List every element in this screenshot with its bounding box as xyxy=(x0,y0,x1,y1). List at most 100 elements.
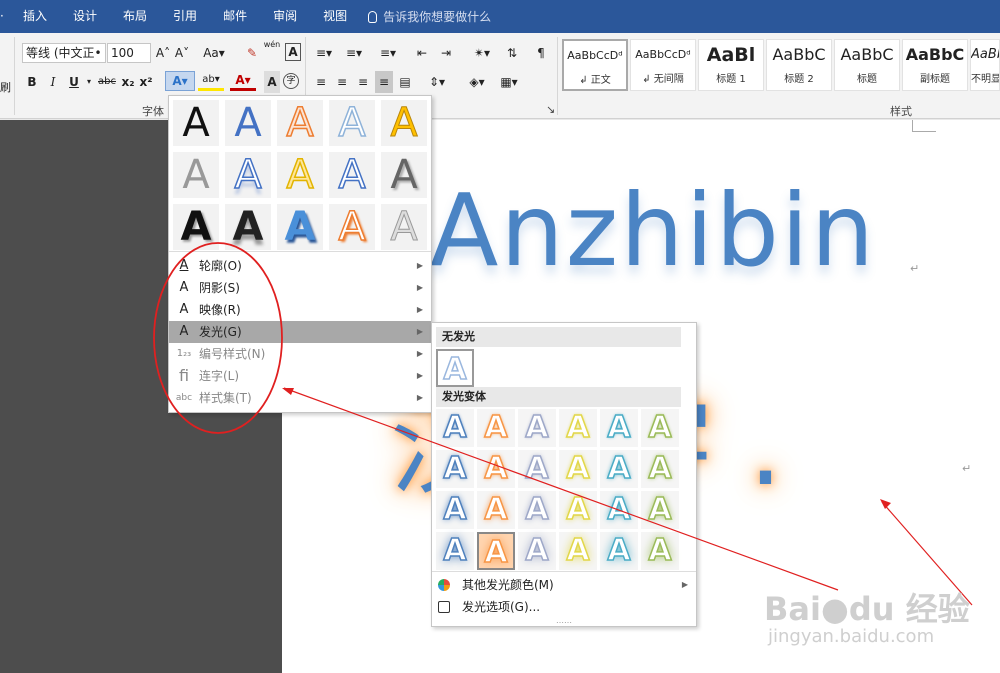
glow-variant-1-4[interactable]: A xyxy=(559,409,597,447)
effect-preset-8[interactable]: A xyxy=(277,151,323,199)
menu-tab-review[interactable]: 审阅 xyxy=(260,0,310,33)
clear-format-icon[interactable]: ✎ xyxy=(244,42,260,64)
numbering-icon[interactable]: ≡▾ xyxy=(340,42,368,64)
glow-variant-4-6[interactable]: A xyxy=(641,532,679,570)
style-title[interactable]: AaBbC 标题 xyxy=(834,39,900,91)
no-glow-option[interactable]: A xyxy=(436,349,474,388)
effect-preset-9[interactable]: A xyxy=(329,151,375,199)
effect-preset-14[interactable]: A xyxy=(329,203,375,251)
asian-layout-icon[interactable]: ✴▾ xyxy=(468,42,496,64)
grow-font-button[interactable]: A˄ xyxy=(155,42,171,64)
line-spacing-icon[interactable]: ⇕▾ xyxy=(424,71,450,93)
menu-item-reflection[interactable]: A 映像(R) ▶ xyxy=(169,299,431,321)
shrink-font-button[interactable]: A˅ xyxy=(174,42,190,64)
glow-variant-3-5[interactable]: A xyxy=(600,491,638,529)
bullets-icon[interactable]: ≡▾ xyxy=(310,42,338,64)
enclose-char-button[interactable]: 字 xyxy=(283,73,299,89)
effect-preset-2[interactable]: A xyxy=(225,100,271,146)
menu-tab-design[interactable]: 设计 xyxy=(60,0,110,33)
effect-preset-13[interactable]: A xyxy=(277,204,323,250)
font-size-select[interactable]: 100 xyxy=(107,43,151,63)
highlight-color-button[interactable]: ab▾ xyxy=(198,71,224,91)
italic-button[interactable]: I xyxy=(46,71,60,93)
menu-tab-references[interactable]: 引用 xyxy=(160,0,210,33)
style-normal[interactable]: AaBbCcDᵈ ↲ 正文 xyxy=(562,39,628,91)
glow-variant-1-1[interactable]: A xyxy=(436,409,474,447)
align-right-icon[interactable]: ≡ xyxy=(354,71,372,93)
menu-item-shadow[interactable]: A 阴影(S) ▶ xyxy=(169,277,431,299)
effect-preset-5[interactable]: A xyxy=(381,100,427,147)
glow-variant-2-6[interactable]: A xyxy=(641,450,679,488)
borders-icon[interactable]: ▦▾ xyxy=(496,71,522,93)
subscript-button[interactable]: x₂ xyxy=(120,71,136,93)
effect-preset-12[interactable]: A xyxy=(225,204,271,250)
bold-button[interactable]: B xyxy=(24,71,40,93)
glow-variant-4-1[interactable]: A xyxy=(436,532,474,570)
style-subtitle[interactable]: AaBbC 副标题 xyxy=(902,39,968,91)
increase-indent-icon[interactable]: ⇥ xyxy=(436,42,456,64)
document-text-line-1[interactable]: Anzhibin xyxy=(430,172,876,289)
glow-variant-3-2[interactable]: A xyxy=(477,491,515,529)
glow-variant-4-3[interactable]: A xyxy=(518,532,556,570)
effect-preset-3[interactable]: A xyxy=(277,99,323,147)
style-no-spacing[interactable]: AaBbCcDᵈ ↲ 无间隔 xyxy=(630,39,696,91)
glow-variant-2-3[interactable]: A xyxy=(518,450,556,488)
glow-variant-4-5[interactable]: A xyxy=(600,532,638,570)
tell-me-box[interactable]: 告诉我你想要做什么 xyxy=(368,8,491,25)
effect-preset-1[interactable]: A xyxy=(173,100,219,146)
menu-tab-view[interactable]: 视图 xyxy=(310,0,360,33)
glow-options-item[interactable]: 发光选项(G)... xyxy=(432,596,696,618)
glow-variant-4-4[interactable]: A xyxy=(559,532,597,570)
menu-tab-start[interactable]: · xyxy=(0,0,10,33)
font-name-select[interactable]: 等线 (中文正• xyxy=(22,43,106,63)
glow-variant-1-6[interactable]: A xyxy=(641,409,679,447)
justify-icon[interactable]: ≡ xyxy=(375,71,393,93)
align-center-icon[interactable]: ≡ xyxy=(333,71,351,93)
glow-variant-3-3[interactable]: A xyxy=(518,491,556,529)
menu-item-ligatures[interactable]: fi 连字(L) ▶ xyxy=(169,365,431,387)
show-marks-icon[interactable]: ¶ xyxy=(532,42,550,64)
distribute-icon[interactable]: ▤ xyxy=(396,71,414,93)
phonetic-guide-button[interactable]: wén xyxy=(262,40,282,62)
change-case-button[interactable]: Aa▾ xyxy=(200,42,228,64)
effect-preset-4[interactable]: A xyxy=(329,99,375,147)
glow-variant-2-1[interactable]: A xyxy=(436,450,474,488)
effect-preset-6[interactable]: A xyxy=(173,152,219,198)
style-subtle[interactable]: AaBb 不明显 xyxy=(970,39,1000,91)
underline-button[interactable]: U xyxy=(66,71,82,93)
superscript-button[interactable]: x² xyxy=(138,71,154,93)
effect-preset-10[interactable]: A xyxy=(381,152,427,198)
decrease-indent-icon[interactable]: ⇤ xyxy=(412,42,432,64)
text-effects-button[interactable]: A▾ xyxy=(165,71,195,91)
paragraph-dialog-launcher[interactable]: ↘ xyxy=(546,103,555,116)
menu-tab-mailings[interactable]: 邮件 xyxy=(210,0,260,33)
glow-variant-2-4[interactable]: A xyxy=(559,450,597,488)
glow-variant-2-5[interactable]: A xyxy=(600,450,638,488)
underline-dropdown-icon[interactable]: ▾ xyxy=(84,71,94,93)
multilevel-list-icon[interactable]: ≡▾ xyxy=(372,42,404,64)
menu-item-stylistic-sets[interactable]: abc 样式集(T) ▶ xyxy=(169,387,431,409)
glow-variant-3-1[interactable]: A xyxy=(436,491,474,529)
effect-preset-15[interactable]: A xyxy=(381,204,427,251)
sort-icon[interactable]: ⇅ xyxy=(502,42,522,64)
menu-item-glow[interactable]: A 发光(G) ▶ xyxy=(169,321,431,343)
char-border-button[interactable]: A xyxy=(285,43,301,61)
style-heading-1[interactable]: AaBl 标题 1 xyxy=(698,39,764,91)
glow-variant-2-2[interactable]: A xyxy=(477,450,515,488)
style-heading-2[interactable]: AaBbC 标题 2 xyxy=(766,39,832,91)
menu-item-outline[interactable]: A 轮廓(O) ▶ xyxy=(169,255,431,277)
glow-variant-4-2[interactable]: A xyxy=(477,532,515,571)
effect-preset-7[interactable]: A xyxy=(225,151,271,199)
more-glow-colors-item[interactable]: 其他发光颜色(M) ▶ xyxy=(432,574,696,596)
format-painter-label[interactable]: 刷 xyxy=(0,77,11,99)
menu-tab-insert[interactable]: 插入 xyxy=(10,0,60,33)
glow-variant-1-3[interactable]: A xyxy=(518,409,556,447)
strikethrough-button[interactable]: abc xyxy=(96,71,118,93)
shading-icon[interactable]: ◈▾ xyxy=(464,71,490,93)
resize-grip[interactable]: …… xyxy=(432,617,696,625)
glow-variant-3-6[interactable]: A xyxy=(641,491,679,529)
menu-tab-layout[interactable]: 布局 xyxy=(110,0,160,33)
font-color-button[interactable]: A▾ xyxy=(230,71,256,91)
glow-variant-3-4[interactable]: A xyxy=(559,491,597,529)
glow-variant-1-5[interactable]: A xyxy=(600,409,638,447)
